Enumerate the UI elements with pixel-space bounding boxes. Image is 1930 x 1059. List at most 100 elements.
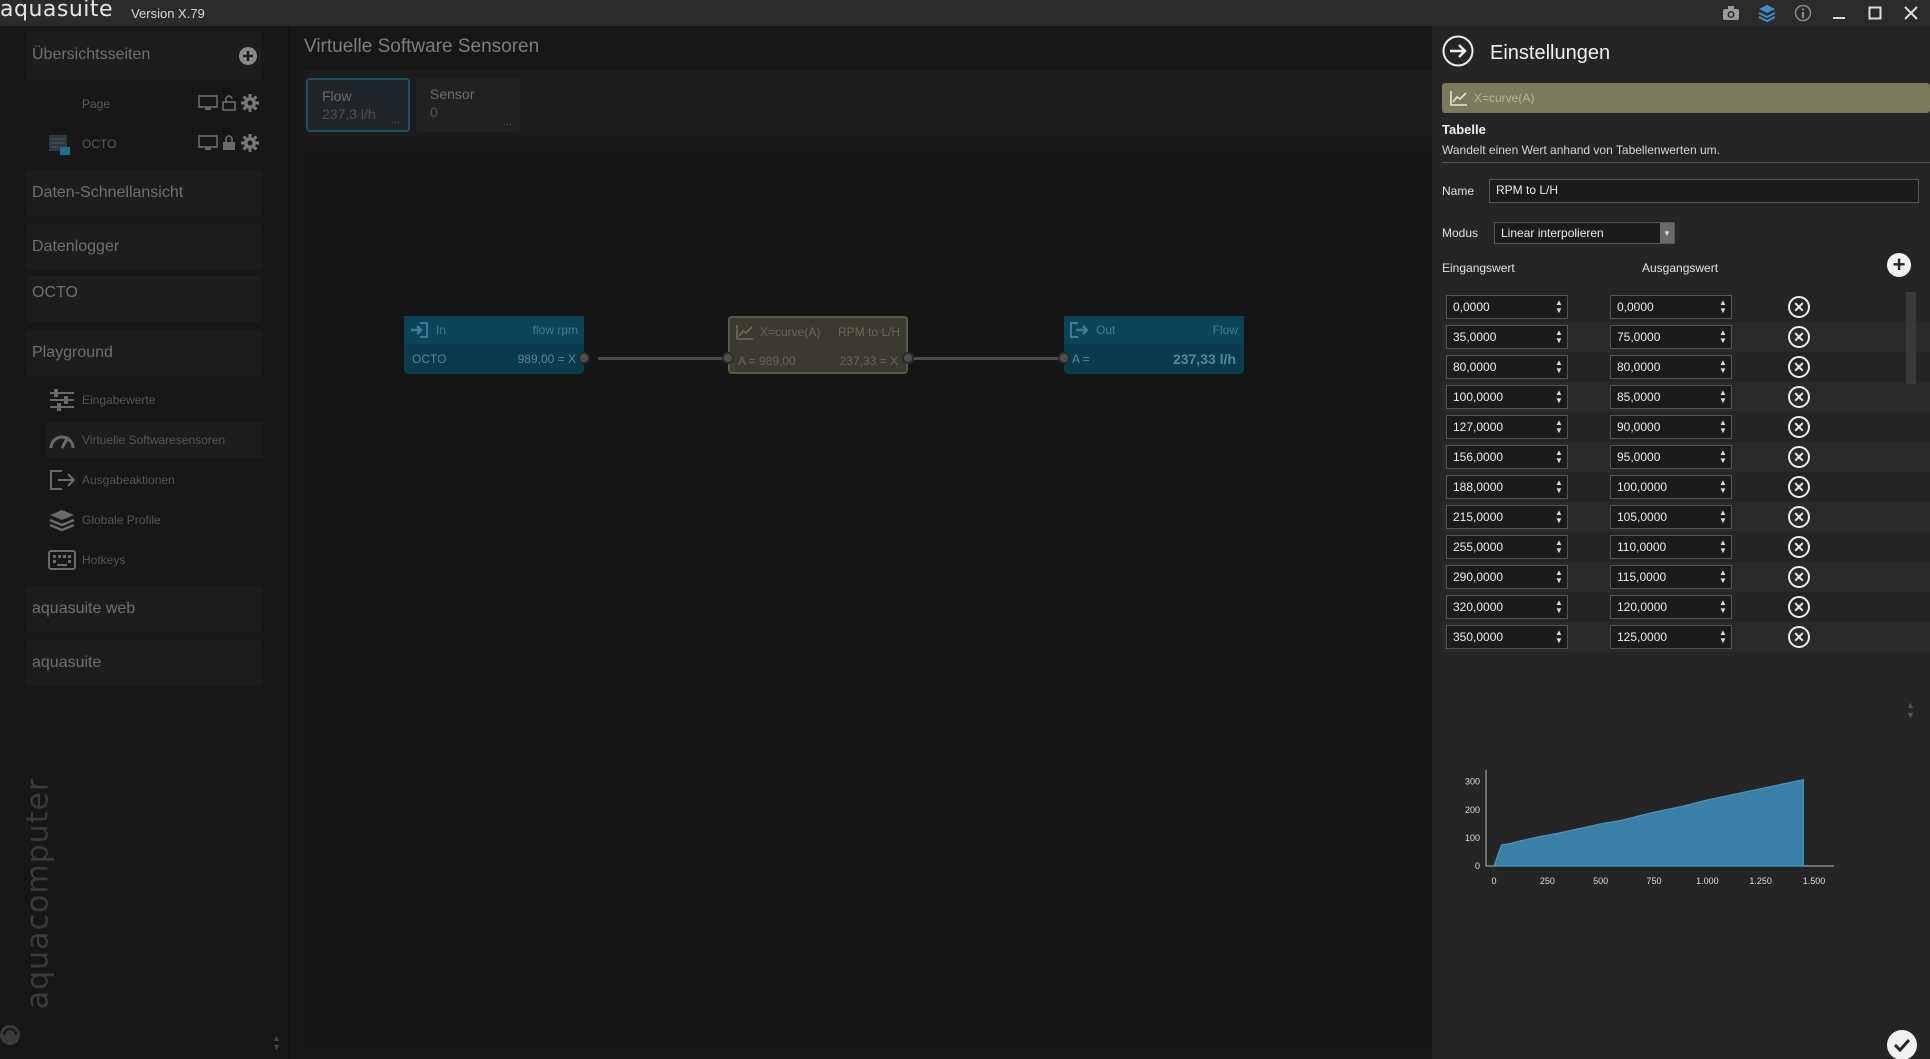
output-value-field[interactable]: 105,0000 ▲ ▼ <box>1610 505 1732 529</box>
tab-sensor[interactable]: Sensor 0 ... <box>416 78 520 132</box>
spinner-icon[interactable]: ▲ ▼ <box>1717 387 1729 407</box>
sidebar-item-virtuelle-softwaresensoren[interactable]: Virtuelle Softwaresensoren <box>46 422 262 458</box>
delete-row-button[interactable]: ✕ <box>1788 356 1810 378</box>
camera-icon[interactable] <box>1720 2 1742 24</box>
delete-row-button[interactable]: ✕ <box>1788 476 1810 498</box>
input-value-field[interactable]: 290,0000 ▲ ▼ <box>1446 565 1568 589</box>
output-value-field[interactable]: 100,0000 ▲ ▼ <box>1610 475 1732 499</box>
layers-icon[interactable] <box>1756 2 1778 24</box>
delete-row-button[interactable]: ✕ <box>1788 386 1810 408</box>
spinner-icon[interactable]: ▲ ▼ <box>1717 477 1729 497</box>
input-value-field[interactable]: 188,0000 ▲ ▼ <box>1446 475 1568 499</box>
sidebar-item-ausgabeaktionen[interactable]: Ausgabeaktionen <box>46 462 262 498</box>
delete-row-button[interactable]: ✕ <box>1788 506 1810 528</box>
output-value-field[interactable]: 0,0000 ▲ ▼ <box>1610 295 1732 319</box>
delete-row-button[interactable]: ✕ <box>1788 446 1810 468</box>
node-canvas[interactable]: In flow rpm OCTO 989,00 = X X=curve(A) R… <box>304 154 1432 1049</box>
spinner-icon[interactable]: ▲ ▼ <box>1717 567 1729 587</box>
node-curve[interactable]: X=curve(A) RPM to L/H A = 989,00 237,33 … <box>728 316 908 374</box>
playground-section[interactable]: Playground <box>26 330 262 376</box>
input-value-field[interactable]: 255,0000 ▲ ▼ <box>1446 535 1568 559</box>
node-output[interactable]: Out Flow A = 237,33 l/h <box>1064 316 1244 374</box>
input-value-field[interactable]: 320,0000 ▲ ▼ <box>1446 595 1568 619</box>
page-item-octo[interactable]: OCTO <box>26 126 262 162</box>
spinner-icon[interactable]: ▲ ▼ <box>1553 417 1565 437</box>
octo-section[interactable]: OCTO <box>26 276 262 322</box>
input-value-field[interactable]: 156,0000 ▲ ▼ <box>1446 445 1568 469</box>
output-port[interactable] <box>902 352 914 364</box>
input-value-field[interactable]: 80,0000 ▲ ▼ <box>1446 355 1568 379</box>
sidebar-item-hotkeys[interactable]: Hotkeys <box>46 542 262 578</box>
node-input[interactable]: In flow rpm OCTO 989,00 = X <box>404 316 584 374</box>
spinner-icon[interactable]: ▲ ▼ <box>1717 597 1729 617</box>
output-value-field[interactable]: 95,0000 ▲ ▼ <box>1610 445 1732 469</box>
tab-flow[interactable]: Flow 237,3 l/h ... <box>306 78 410 132</box>
delete-row-button[interactable]: ✕ <box>1788 296 1810 318</box>
minimize-icon[interactable] <box>1828 2 1850 24</box>
spinner-icon[interactable]: ▲ ▼ <box>1553 357 1565 377</box>
mode-select[interactable]: Linear interpolieren ▼ <box>1494 222 1675 244</box>
monitor-icon[interactable] <box>198 94 218 114</box>
lock-icon[interactable] <box>222 134 236 154</box>
datalogger-section[interactable]: Datenlogger <box>26 224 262 270</box>
input-value-field[interactable]: 35,0000 ▲ ▼ <box>1446 325 1568 349</box>
spinner-icon[interactable]: ▲ ▼ <box>1717 507 1729 527</box>
delete-row-button[interactable]: ✕ <box>1788 326 1810 348</box>
table-scrollbar[interactable]: ▲ ▼ <box>1905 292 1917 758</box>
spinner-icon[interactable]: ▲ ▼ <box>1553 597 1565 617</box>
spinner-icon[interactable]: ▲ ▼ <box>1553 507 1565 527</box>
name-field[interactable]: RPM to L/H <box>1489 179 1919 203</box>
tab-menu[interactable]: ... <box>503 116 512 128</box>
sidebar-item-eingabewerte[interactable]: Eingabewerte <box>46 382 262 418</box>
quickview-section[interactable]: Daten-Schnellansicht <box>26 170 262 216</box>
maximize-icon[interactable] <box>1864 2 1886 24</box>
lock-open-icon[interactable] <box>222 94 236 114</box>
add-row-button[interactable]: + <box>1887 253 1911 277</box>
spinner-icon[interactable]: ▲ ▼ <box>1717 627 1729 647</box>
close-icon[interactable] <box>1900 2 1922 24</box>
spinner-icon[interactable]: ▲ ▼ <box>1553 447 1565 467</box>
output-value-field[interactable]: 80,0000 ▲ ▼ <box>1610 355 1732 379</box>
spinner-icon[interactable]: ▲ ▼ <box>1717 447 1729 467</box>
sidebar-item-globale-profile[interactable]: Globale Profile <box>46 502 262 538</box>
gear-icon[interactable] <box>240 93 260 116</box>
aquasuite-section[interactable]: aquasuite <box>26 640 262 686</box>
input-value-field[interactable]: 100,0000 ▲ ▼ <box>1446 385 1568 409</box>
page-item-page[interactable]: Page <box>26 86 262 122</box>
spinner-icon[interactable]: ▲ ▼ <box>1553 327 1565 347</box>
tab-menu[interactable]: ... <box>391 114 400 126</box>
output-port[interactable] <box>578 352 590 364</box>
delete-row-button[interactable]: ✕ <box>1788 416 1810 438</box>
spinner-icon[interactable]: ▲ ▼ <box>1553 537 1565 557</box>
spinner-icon[interactable]: ▲ ▼ <box>1717 297 1729 317</box>
gear-icon[interactable] <box>240 133 260 156</box>
delete-row-button[interactable]: ✕ <box>1788 626 1810 648</box>
input-value-field[interactable]: 0,0000 ▲ ▼ <box>1446 295 1568 319</box>
spinner-icon[interactable]: ▲ ▼ <box>1553 477 1565 497</box>
scroll-arrows-icon[interactable]: ▲ ▼ <box>272 1034 281 1052</box>
spinner-icon[interactable]: ▲ ▼ <box>1717 327 1729 347</box>
monitor-icon[interactable] <box>198 134 218 154</box>
confirm-button[interactable] <box>1887 1030 1917 1059</box>
add-page-icon[interactable] <box>238 46 258 71</box>
output-value-field[interactable]: 75,0000 ▲ ▼ <box>1610 325 1732 349</box>
delete-row-button[interactable]: ✕ <box>1788 536 1810 558</box>
input-value-field[interactable]: 350,0000 ▲ ▼ <box>1446 625 1568 649</box>
input-value-field[interactable]: 215,0000 ▲ ▼ <box>1446 505 1568 529</box>
scrollbar-thumb[interactable] <box>1906 292 1916 384</box>
input-port[interactable] <box>722 352 734 364</box>
spinner-icon[interactable]: ▲ ▼ <box>1553 627 1565 647</box>
spinner-icon[interactable]: ▲ ▼ <box>1553 567 1565 587</box>
output-value-field[interactable]: 110,0000 ▲ ▼ <box>1610 535 1732 559</box>
output-value-field[interactable]: 125,0000 ▲ ▼ <box>1610 625 1732 649</box>
delete-row-button[interactable]: ✕ <box>1788 596 1810 618</box>
output-value-field[interactable]: 85,0000 ▲ ▼ <box>1610 385 1732 409</box>
spinner-icon[interactable]: ▲ ▼ <box>1717 357 1729 377</box>
spinner-icon[interactable]: ▲ ▼ <box>1553 297 1565 317</box>
overview-title[interactable]: Übersichtsseiten <box>26 46 262 64</box>
output-value-field[interactable]: 115,0000 ▲ ▼ <box>1610 565 1732 589</box>
delete-row-button[interactable]: ✕ <box>1788 566 1810 588</box>
spinner-icon[interactable]: ▲ ▼ <box>1553 387 1565 407</box>
output-value-field[interactable]: 90,0000 ▲ ▼ <box>1610 415 1732 439</box>
spinner-icon[interactable]: ▲ ▼ <box>1717 417 1729 437</box>
